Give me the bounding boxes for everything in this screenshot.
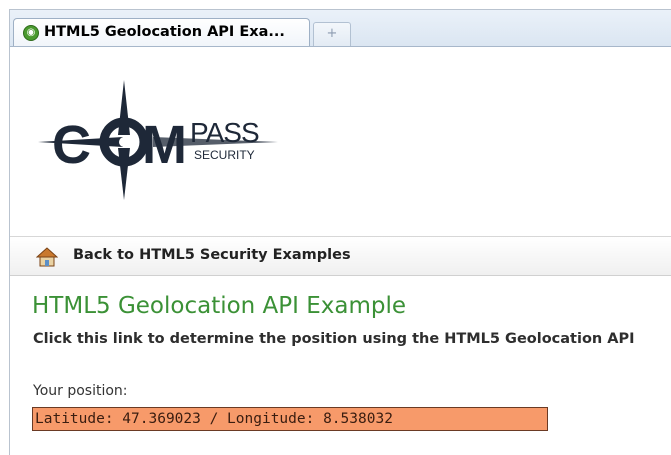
new-tab-button[interactable]: + [313, 22, 351, 46]
plus-icon: + [326, 26, 338, 41]
logo-word-security: SECURITY [194, 148, 255, 162]
tab-strip: ◉ HTML5 Geolocation API Exa... + [10, 10, 671, 47]
compass-favicon-icon: ◉ [23, 25, 39, 41]
logo-word-pass: PASS [190, 117, 259, 148]
position-label: Your position: [33, 383, 128, 399]
navigation-bar: Back to HTML5 Security Examples [10, 237, 671, 275]
logo-letter-m: M [142, 115, 187, 175]
position-output: Latitude: 47.369023 / Longitude: 8.53803… [32, 407, 548, 431]
compass-security-logo: C M PASS SECURITY [38, 80, 278, 200]
navigation-divider [10, 275, 671, 276]
determine-position-link[interactable]: Click this link to determine the positio… [33, 331, 635, 347]
header-logo-area: C M PASS SECURITY [10, 47, 671, 236]
page-title: HTML5 Geolocation API Example [32, 293, 407, 319]
tab-title: HTML5 Geolocation API Exa... [44, 24, 285, 40]
tab-geolocation-example[interactable]: ◉ HTML5 Geolocation API Exa... [13, 18, 310, 46]
back-to-examples-link[interactable]: Back to HTML5 Security Examples [73, 247, 351, 263]
home-icon[interactable] [36, 247, 58, 267]
browser-window: ◉ HTML5 Geolocation API Exa... + C M PAS… [9, 9, 671, 455]
logo-letter-c: C [52, 115, 91, 175]
